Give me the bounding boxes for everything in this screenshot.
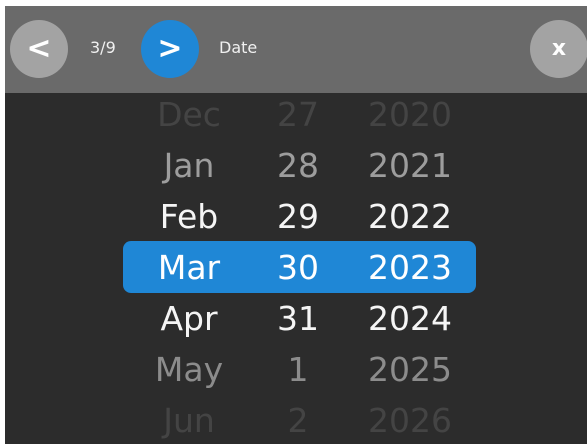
previous-button[interactable]: < [10, 20, 68, 78]
close-button[interactable]: x [530, 20, 587, 78]
year-option[interactable]: 2021 [358, 141, 462, 191]
year-option[interactable]: 2024 [358, 294, 462, 344]
month-option[interactable]: Jan [145, 141, 233, 191]
day-option[interactable]: 29 [267, 192, 329, 242]
month-option-selected[interactable]: Mar [145, 243, 233, 293]
year-option[interactable]: 2025 [358, 345, 462, 395]
month-wheel[interactable]: Dec Jan Feb Mar Apr May Jun [145, 90, 233, 444]
chevron-right-icon: > [157, 31, 183, 66]
step-counter: 3/9 [90, 38, 116, 57]
year-option[interactable]: 2022 [358, 192, 462, 242]
year-option-selected[interactable]: 2023 [358, 243, 462, 293]
date-picker-dialog: < 3/9 > Date x Dec Jan Feb Mar Apr May J… [5, 6, 587, 444]
day-option[interactable]: 27 [267, 90, 329, 140]
day-option[interactable]: 31 [267, 294, 329, 344]
day-option[interactable]: 28 [267, 141, 329, 191]
toolbar: < 3/9 > Date x [5, 6, 587, 93]
day-option[interactable]: 1 [267, 345, 329, 395]
month-option[interactable]: Jun [145, 396, 233, 444]
field-title: Date [219, 38, 258, 57]
month-option[interactable]: Feb [145, 192, 233, 242]
month-option[interactable]: May [145, 345, 233, 395]
year-option[interactable]: 2026 [358, 396, 462, 444]
month-option[interactable]: Apr [145, 294, 233, 344]
year-option[interactable]: 2020 [358, 90, 462, 140]
day-wheel[interactable]: 27 28 29 30 31 1 2 [267, 90, 329, 444]
month-option[interactable]: Dec [145, 90, 233, 140]
day-option[interactable]: 2 [267, 396, 329, 444]
chevron-left-icon: < [26, 31, 52, 66]
day-option-selected[interactable]: 30 [267, 243, 329, 293]
next-button[interactable]: > [141, 20, 199, 78]
close-icon: x [551, 36, 567, 61]
year-wheel[interactable]: 2020 2021 2022 2023 2024 2025 2026 [358, 90, 462, 444]
